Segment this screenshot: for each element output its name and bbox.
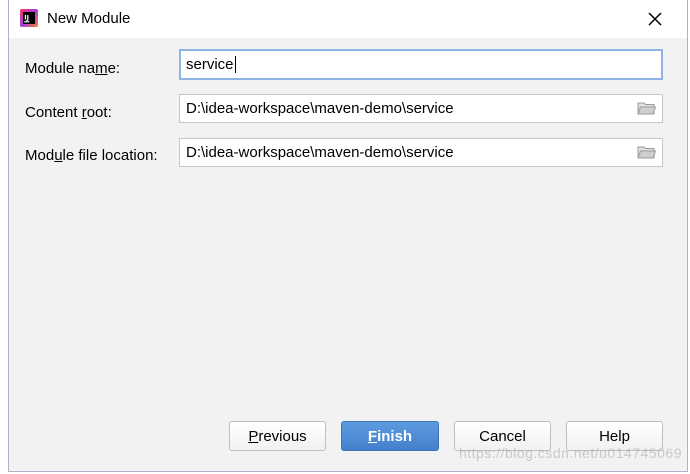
module-name-input[interactable]: service (179, 49, 663, 80)
text-caret (234, 56, 236, 73)
module-file-location-label: Module file location: (25, 147, 158, 164)
watermark: https://blog.csdn.net/u014745069 (458, 445, 682, 461)
finish-button[interactable]: Finish (341, 421, 439, 451)
previous-button[interactable]: Previous (229, 421, 326, 451)
module-file-location-input[interactable]: D:\idea-workspace\maven-demo\service (179, 138, 663, 167)
svg-text:IJ: IJ (24, 14, 29, 22)
new-module-dialog: IJ New Module Module name: service Conte… (8, 0, 688, 472)
folder-icon[interactable] (637, 101, 656, 116)
content-root-label: Content root: (25, 104, 112, 121)
title-bar: IJ New Module (9, 0, 687, 38)
content-root-input[interactable]: D:\idea-workspace\maven-demo\service (179, 94, 663, 123)
close-icon[interactable] (645, 9, 665, 29)
intellij-idea-icon: IJ (20, 9, 38, 27)
window-title: New Module (47, 10, 131, 27)
module-name-label: Module name: (25, 60, 121, 77)
folder-icon[interactable] (637, 145, 656, 160)
